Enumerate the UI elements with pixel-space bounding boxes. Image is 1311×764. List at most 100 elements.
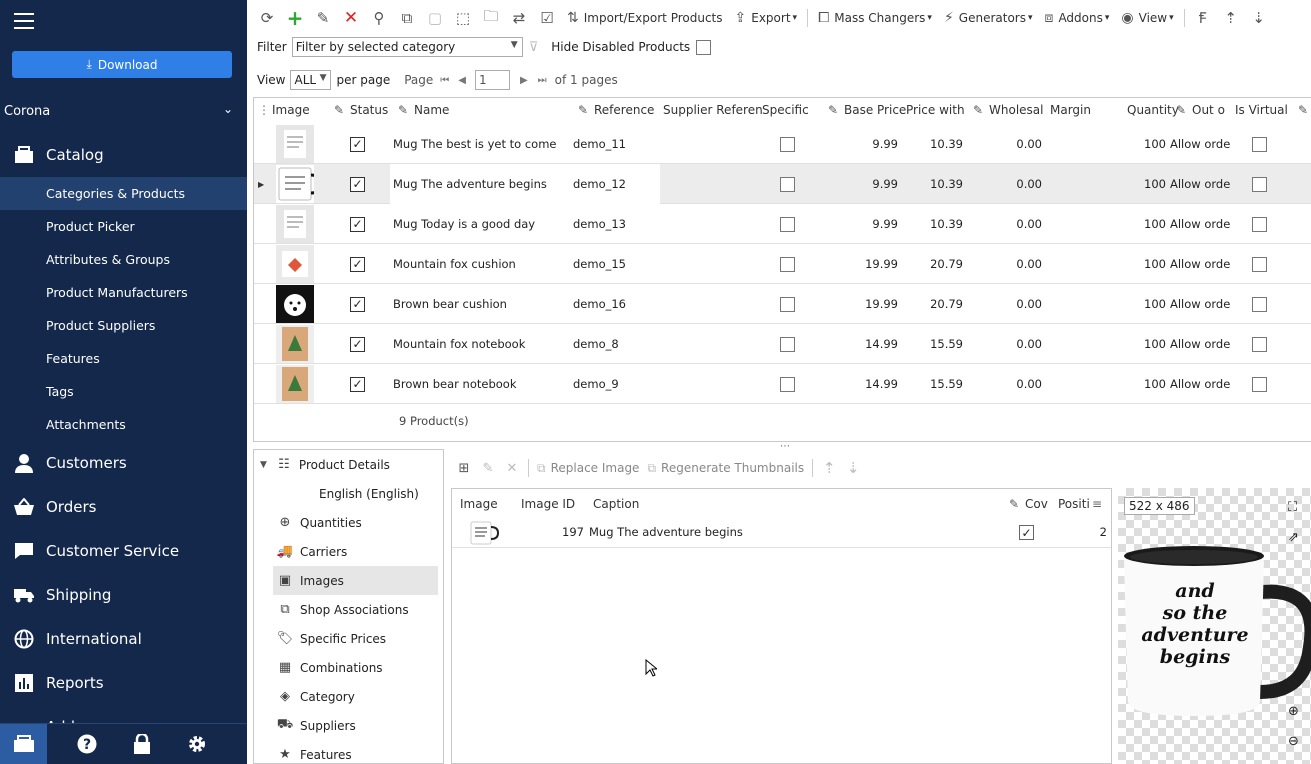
col-position[interactable]: Positi xyxy=(1058,497,1090,511)
base-price-cell[interactable]: 19.99 xyxy=(834,284,898,324)
price-with-tax-cell[interactable]: 20.79 xyxy=(904,284,963,324)
status-checkbox[interactable]: ✓ xyxy=(350,364,365,404)
reference-cell[interactable]: demo_15 xyxy=(570,244,660,284)
col-specific[interactable]: Specific xyxy=(762,103,809,117)
per-page-select[interactable]: ALL ▼ xyxy=(290,70,332,90)
tree-item-combinations[interactable]: ▦ Combinations xyxy=(254,653,443,682)
status-checkbox[interactable]: ✓ xyxy=(350,284,365,324)
specific-checkbox[interactable] xyxy=(780,244,795,284)
replace-image-button[interactable]: ⧉ Replace Image xyxy=(533,454,643,482)
settings-gear-icon[interactable] xyxy=(169,734,224,754)
specific-checkbox[interactable] xyxy=(780,164,795,204)
col-price-with[interactable]: Price with xyxy=(906,103,965,117)
quantity-cell[interactable]: 100 xyxy=(1134,364,1166,404)
price-with-tax-cell[interactable]: 15.59 xyxy=(904,364,963,404)
out-of-stock-cell[interactable]: Allow orde xyxy=(1170,364,1230,404)
download-button[interactable]: ⤓ Download xyxy=(12,51,232,78)
nav-product-suppliers[interactable]: Product Suppliers xyxy=(0,309,247,342)
base-price-cell[interactable]: 9.99 xyxy=(834,204,898,244)
paste-icon[interactable]: ▢ xyxy=(421,4,449,32)
nav-categories-products[interactable]: Categories & Products xyxy=(0,177,247,210)
wholesale-price-cell[interactable]: 0.00 xyxy=(994,124,1042,164)
is-virtual-checkbox[interactable] xyxy=(1252,204,1267,244)
export-button[interactable]: ⇪ Export xyxy=(729,4,804,32)
quantity-cell[interactable]: 100 xyxy=(1134,244,1166,284)
is-virtual-checkbox[interactable] xyxy=(1252,164,1267,204)
price-with-tax-cell[interactable]: 10.39 xyxy=(904,204,963,244)
out-of-stock-cell[interactable]: Allow orde xyxy=(1170,164,1230,204)
reference-cell[interactable]: demo_13 xyxy=(570,204,660,244)
table-row[interactable]: ✓ Brown bear notebook demo_9 14.99 15.59 0.00… xyxy=(254,364,1311,404)
nav-catalog[interactable]: Catalog xyxy=(0,133,247,177)
col-cover[interactable]: Cov xyxy=(1025,497,1048,511)
last-page-icon[interactable]: ⏭ xyxy=(538,75,547,86)
wholesale-price-cell[interactable]: 0.00 xyxy=(994,164,1042,204)
price-with-tax-cell[interactable]: 15.59 xyxy=(904,324,963,364)
status-checkbox[interactable]: ✓ xyxy=(350,324,365,364)
col-reference[interactable]: Reference xyxy=(594,103,654,117)
move-up-icon[interactable]: ⇡ xyxy=(817,454,841,482)
add-image-icon[interactable]: ⊞ xyxy=(452,454,476,482)
wholesale-price-cell[interactable]: 0.00 xyxy=(994,204,1042,244)
add-icon[interactable]: + xyxy=(281,4,309,32)
zoom-in-icon[interactable]: ⊕ xyxy=(1288,704,1299,719)
product-name-cell[interactable]: Mountain fox notebook xyxy=(390,324,570,364)
delete-icon[interactable]: ✕ xyxy=(337,4,365,32)
col-wholesale[interactable]: Wholesal xyxy=(989,103,1043,117)
quantity-cell[interactable]: 100 xyxy=(1134,324,1166,364)
next-page-icon[interactable]: ▶ xyxy=(520,75,528,86)
table-row[interactable]: ✓ Mountain fox notebook demo_8 14.99 15.59 0.… xyxy=(254,324,1311,364)
col-image[interactable]: Image xyxy=(272,103,310,117)
import-export-button[interactable]: ⇅ Import/Export Products xyxy=(561,4,729,32)
image-row[interactable]: 197 Mug The adventure begins ✓ 2 xyxy=(452,517,1111,548)
column-menu-icon[interactable]: ⋮ xyxy=(258,103,270,117)
tree-language[interactable]: English (English) xyxy=(254,479,443,508)
col-image[interactable]: Image xyxy=(460,497,498,511)
tree-item-category[interactable]: ◈ Category xyxy=(254,682,443,711)
col-margin[interactable]: Margin xyxy=(1050,103,1091,117)
col-name[interactable]: Name xyxy=(414,103,449,117)
table-row[interactable]: ✓ Mug Today is a good day demo_13 9.99 10.39… xyxy=(254,204,1311,244)
help-icon[interactable]: ? xyxy=(59,734,114,754)
price-with-tax-cell[interactable]: 20.79 xyxy=(904,244,963,284)
category-filter-select[interactable]: Filter by selected category ▼ xyxy=(291,37,523,57)
tree-root-product-details[interactable]: ▼ ☷ Product Details xyxy=(254,450,443,479)
prev-page-icon[interactable]: ◀ xyxy=(458,75,466,86)
table-row[interactable]: ✓ Brown bear cushion demo_16 19.99 20.79 0.00… xyxy=(254,284,1311,324)
specific-checkbox[interactable] xyxy=(780,324,795,364)
search-icon[interactable]: ⚲ xyxy=(365,4,393,32)
out-of-stock-cell[interactable]: Allow orde xyxy=(1170,324,1230,364)
product-name-cell[interactable]: Brown bear cushion xyxy=(390,284,570,324)
is-virtual-checkbox[interactable] xyxy=(1252,124,1267,164)
tree-item-shop-associations[interactable]: ⧉ Shop Associations xyxy=(254,595,443,624)
status-checkbox[interactable]: ✓ xyxy=(350,244,365,284)
nav-orders[interactable]: Orders xyxy=(0,485,247,529)
lock-icon[interactable] xyxy=(114,734,169,754)
nav-features[interactable]: Features xyxy=(0,342,247,375)
cover-checkbox[interactable]: ✓ xyxy=(1019,525,1034,540)
fullscreen-icon[interactable]: ⛶ xyxy=(1288,500,1297,515)
quantity-cell[interactable]: 100 xyxy=(1134,284,1166,324)
base-price-cell[interactable]: 14.99 xyxy=(834,324,898,364)
out-of-stock-cell[interactable]: Allow orde xyxy=(1170,124,1230,164)
product-name-cell[interactable]: Mug The best is yet to come xyxy=(390,124,570,164)
product-name-cell[interactable]: Brown bear notebook xyxy=(390,364,570,404)
nav-reports[interactable]: Reports xyxy=(0,661,247,705)
base-price-cell[interactable]: 9.99 xyxy=(834,164,898,204)
collapse-chevron-icon[interactable]: ▼ xyxy=(260,460,267,470)
col-supplier-reference[interactable]: Supplier Referen xyxy=(663,103,763,117)
product-name-cell[interactable]: Mug Today is a good day xyxy=(390,204,570,244)
hide-disabled-checkbox[interactable] xyxy=(696,39,712,55)
col-status[interactable]: Status xyxy=(350,103,388,117)
wholesale-price-cell[interactable]: 0.00 xyxy=(994,364,1042,404)
tree-item-images[interactable]: ▣ Images xyxy=(273,566,438,595)
out-of-stock-cell[interactable]: Allow orde xyxy=(1170,204,1230,244)
is-virtual-checkbox[interactable] xyxy=(1252,364,1267,404)
zoom-out-icon[interactable]: ⊖ xyxy=(1288,734,1299,749)
nav-product-manufacturers[interactable]: Product Manufacturers xyxy=(0,276,247,309)
sort-up-icon[interactable]: ⇡ xyxy=(1217,4,1245,32)
move-down-icon[interactable]: ⇣ xyxy=(841,454,865,482)
wholesale-price-cell[interactable]: 0.00 xyxy=(994,284,1042,324)
wholesale-price-cell[interactable]: 0.00 xyxy=(994,324,1042,364)
reference-cell[interactable]: demo_16 xyxy=(570,284,660,324)
